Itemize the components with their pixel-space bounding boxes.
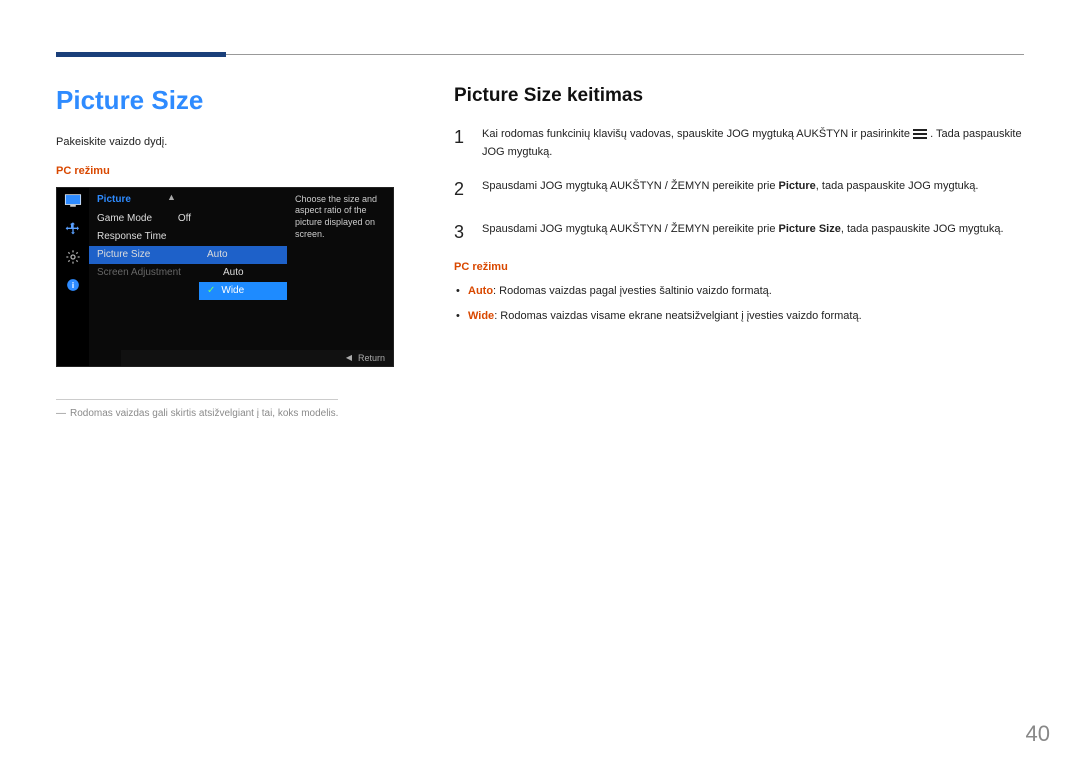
step-number: 2 — [454, 175, 468, 204]
osd-sidebar: i — [57, 188, 89, 366]
bullet-highlight: Auto — [468, 285, 493, 297]
osd-menu-column: Picture Game Mode Off Response Time Pict… — [89, 188, 199, 366]
step-number: 1 — [454, 123, 468, 161]
osd-row-game-mode: Game Mode Off — [89, 210, 199, 228]
step-text-part: , tada paspauskite JOG mygtuką. — [841, 223, 1004, 235]
osd-options-column: Auto Auto ✓ Wide — [199, 188, 287, 366]
info-icon: i — [64, 278, 82, 292]
step-text-part: , tada paspauskite JOG mygtuką. — [816, 180, 979, 192]
pc-mode-label-left: PC režimu — [56, 165, 426, 177]
osd-footer: ◀ Return — [121, 350, 393, 366]
option-list: Auto: Rodomas vaizdas pagal įvesties šal… — [454, 283, 1024, 326]
osd-option-label: Auto — [207, 249, 228, 260]
osd-row-value: Off — [178, 213, 191, 224]
pc-mode-label-right: PC režimu — [454, 261, 1024, 273]
step-highlight: Picture Size — [779, 223, 841, 235]
osd-option-auto: Auto — [199, 246, 287, 264]
osd-option-auto-item: Auto — [199, 264, 287, 282]
osd-row-label: Response Time — [97, 231, 166, 242]
monitor-icon — [64, 194, 82, 208]
step-3: 3 Spausdami JOG mygtuką AUKŠTYN / ŽEMYN … — [454, 218, 1024, 247]
osd-row-label: Picture Size — [97, 249, 150, 260]
menu-icon — [913, 129, 927, 139]
osd-row-screen-adjustment: Screen Adjustment — [89, 264, 199, 282]
header-accent — [56, 52, 226, 57]
intro-text: Pakeiskite vaizdo dydį. — [56, 134, 426, 151]
step-highlight: Picture — [779, 180, 816, 192]
step-1: 1 Kai rodomas funkcinių klavišų vadovas,… — [454, 123, 1024, 161]
step-text-part: Spausdami JOG mygtuką AUKŠTYN / ŽEMYN pe… — [482, 223, 779, 235]
section-title-left: Picture Size — [56, 85, 426, 116]
osd-option-label: Auto — [223, 267, 244, 278]
bullet-highlight: Wide — [468, 310, 494, 322]
osd-row-picture-size: Picture Size — [89, 246, 199, 264]
list-item: Auto: Rodomas vaizdas pagal įvesties šal… — [454, 283, 1024, 301]
step-2: 2 Spausdami JOG mygtuką AUKŠTYN / ŽEMYN … — [454, 175, 1024, 204]
footnote-text: Rodomas vaizdas gali skirtis atsižvelgia… — [70, 408, 338, 419]
check-icon: ✓ — [207, 285, 215, 296]
section-title-right: Picture Size keitimas — [454, 85, 1024, 107]
header-rule — [56, 54, 1024, 55]
osd-description: Choose the size and aspect ratio of the … — [287, 188, 393, 366]
footnote: ―Rodomas vaizdas gali skirtis atsižvelgi… — [56, 399, 338, 419]
step-text-part: Kai rodomas funkcinių klavišų vadovas, s… — [482, 128, 913, 140]
osd-return-label: Return — [358, 353, 385, 363]
bullet-text: : Rodomas vaizdas pagal įvesties šaltini… — [493, 285, 772, 297]
step-number: 3 — [454, 218, 468, 247]
left-triangle-icon: ◀ — [346, 353, 352, 362]
osd-section-title: Picture — [89, 190, 199, 210]
page-number: 40 — [1026, 721, 1050, 747]
osd-row-label: Screen Adjustment — [97, 267, 181, 278]
bullet-text: : Rodomas vaizdas visame ekrane neatsižv… — [494, 310, 861, 322]
svg-text:i: i — [72, 280, 74, 289]
step-text: Spausdami JOG mygtuką AUKŠTYN / ŽEMYN pe… — [482, 218, 1024, 247]
osd-row-label: Game Mode — [97, 213, 152, 224]
gear-icon — [64, 250, 82, 264]
step-text: Spausdami JOG mygtuką AUKŠTYN / ŽEMYN pe… — [482, 175, 1024, 204]
osd-option-wide-item: ✓ Wide — [199, 282, 287, 300]
osd-screenshot: i ▲ Picture Game Mode Off Response Time — [56, 187, 394, 367]
step-text-part: Spausdami JOG mygtuką AUKŠTYN / ŽEMYN pe… — [482, 180, 779, 192]
step-text: Kai rodomas funkcinių klavišų vadovas, s… — [482, 123, 1024, 161]
up-arrow-icon: ▲ — [167, 192, 176, 202]
move-icon — [64, 222, 82, 236]
osd-row-response-time: Response Time — [89, 228, 199, 246]
osd-option-label: Wide — [221, 285, 244, 296]
list-item: Wide: Rodomas vaizdas visame ekrane neat… — [454, 308, 1024, 326]
